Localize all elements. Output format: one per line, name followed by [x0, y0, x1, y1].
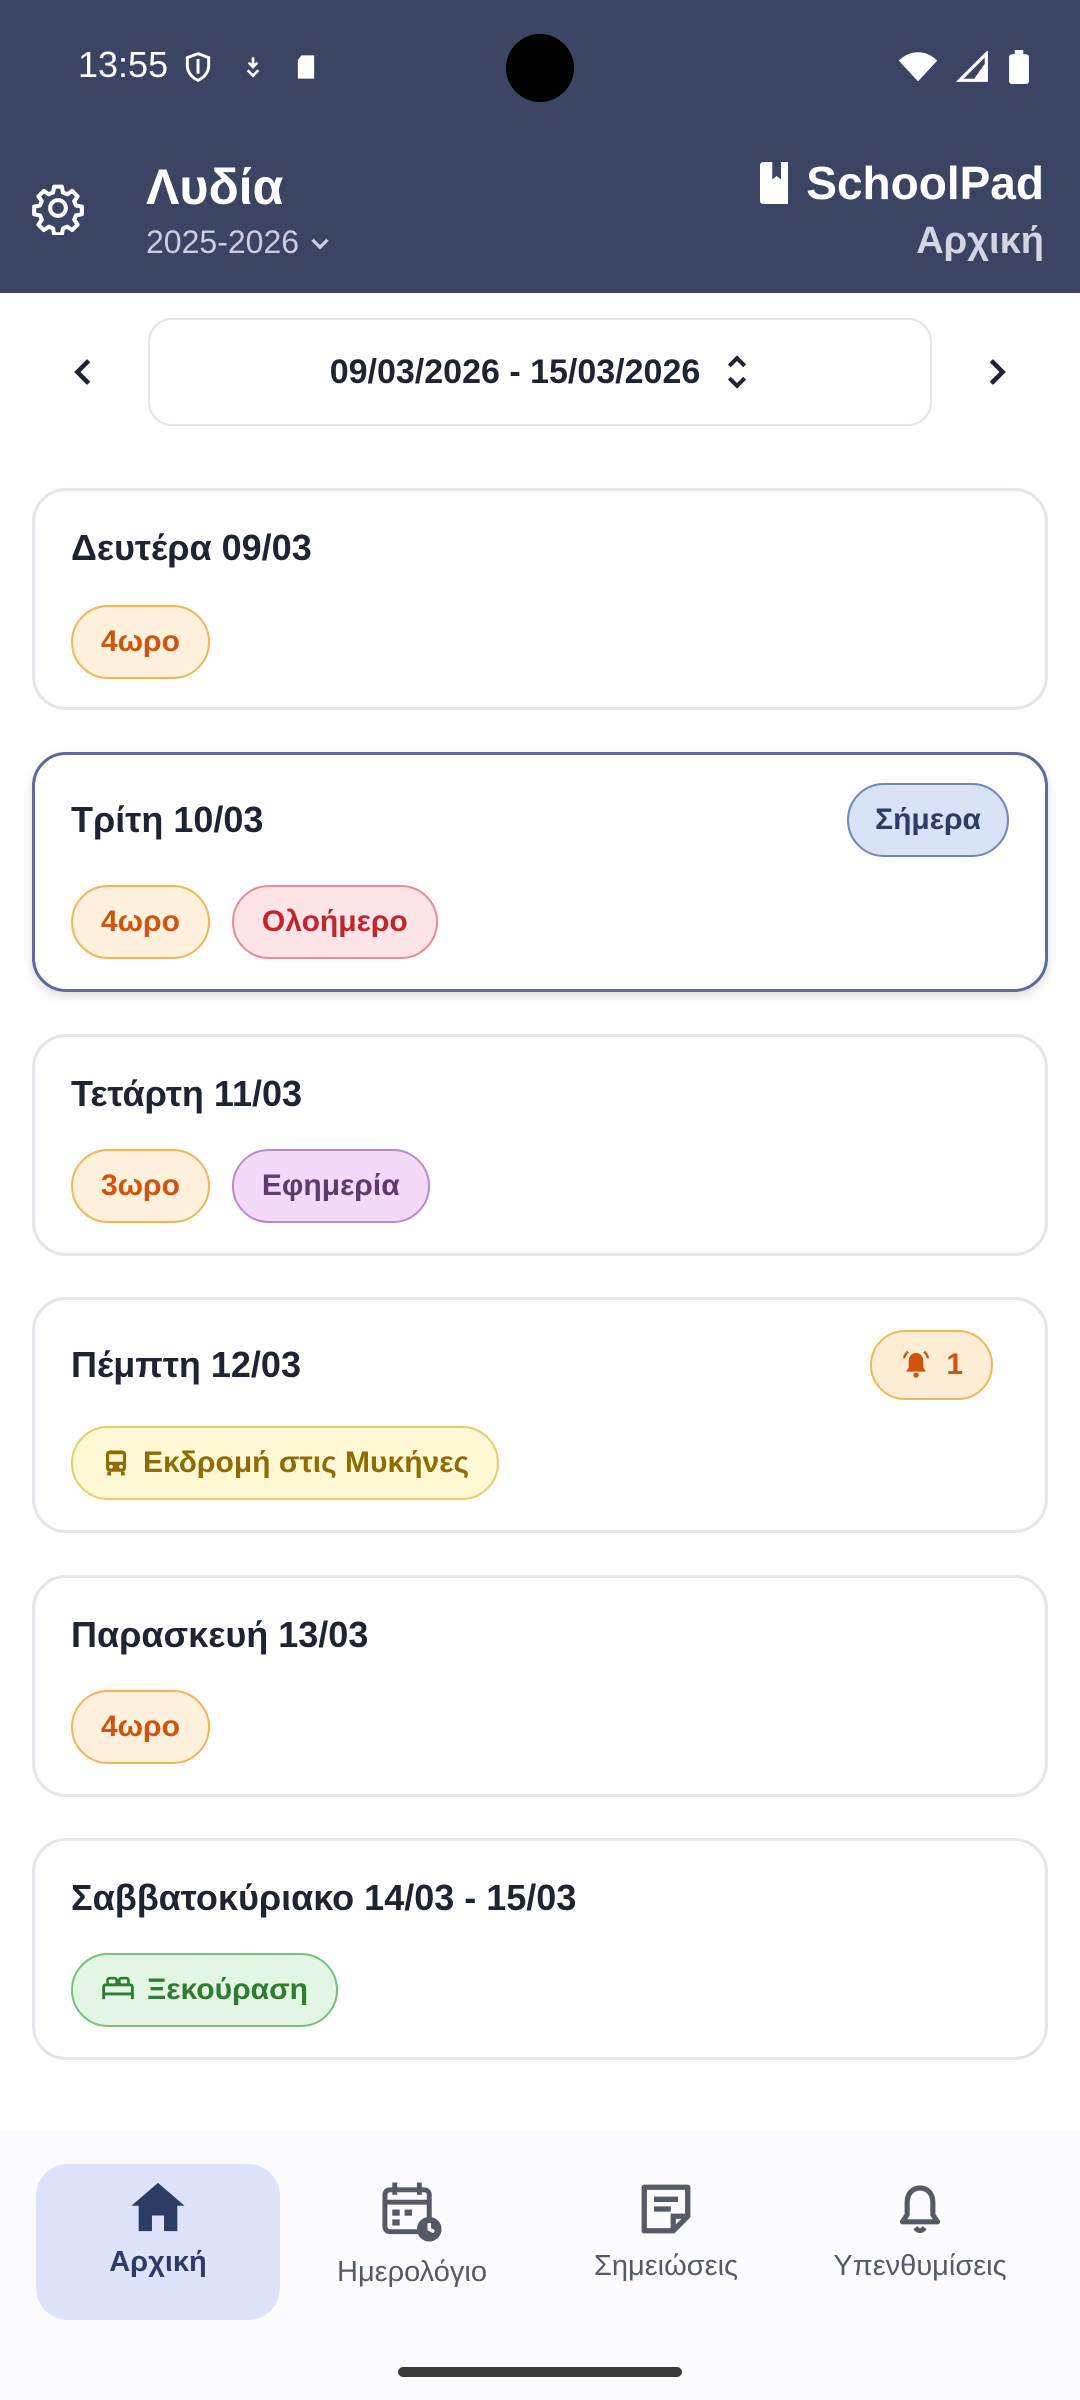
day-card-thursday[interactable]: Πέμπτη 12/03 1 Εκδρομή στις Μυκήνες — [32, 1297, 1048, 1533]
hours-tag: 3ωρο — [71, 1149, 210, 1223]
app-header: 13:55 Λυδία 2025-2026 SchoolPad Αρχική — [0, 0, 1080, 293]
day-title: Τρίτη 10/03 — [71, 799, 264, 840]
day-tags: 4ωρο — [71, 1690, 210, 1764]
today-badge: Σήμερα — [847, 783, 1009, 857]
bell-icon — [899, 2185, 941, 2234]
home-indicator[interactable] — [398, 2367, 682, 2377]
notes-icon — [641, 2184, 691, 2234]
school-year-value: 2025-2026 — [146, 224, 300, 260]
week-range-selector[interactable]: 09/03/2026 - 15/03/2026 — [148, 318, 932, 426]
status-icons-right — [898, 50, 1030, 84]
day-title: Πέμπτη 12/03 — [71, 1344, 301, 1385]
nav-home[interactable]: Αρχική — [36, 2164, 280, 2320]
bottom-navigation: Αρχική Ημερολόγιο Σημειώσεις Υπενθυμίσει… — [0, 2130, 1080, 2400]
nav-home-label: Αρχική — [109, 2246, 207, 2278]
day-card-weekend[interactable]: Σαββατοκύριακο 14/03 - 15/03 Ξεκούραση — [32, 1838, 1048, 2060]
day-tags: 3ωρο Εφημερία — [71, 1149, 430, 1223]
download-icon — [246, 57, 260, 78]
settings-button[interactable] — [28, 178, 88, 238]
trip-tag: Εκδρομή στις Μυκήνες — [71, 1426, 500, 1500]
day-title: Παρασκευή 13/03 — [71, 1614, 369, 1655]
reminder-badge[interactable]: 1 — [870, 1330, 993, 1400]
day-tags: Εκδρομή στις Μυκήνες — [71, 1426, 500, 1500]
bus-icon — [106, 1450, 126, 1476]
status-icons-left — [182, 50, 320, 84]
day-tags: 4ωρο Ολοήμερο — [71, 885, 438, 959]
day-tags: Ξεκούραση — [71, 1953, 338, 2027]
nav-calendar-label: Ημερολόγιο — [337, 2256, 487, 2288]
day-tags: 4ωρο — [71, 605, 210, 679]
chevron-right-icon — [989, 359, 1006, 385]
previous-week-button[interactable] — [48, 330, 118, 414]
day-card-tuesday[interactable]: Τρίτη 10/03 Σήμερα 4ωρο Ολοήμερο — [32, 752, 1048, 992]
bell-ring-icon — [903, 1350, 930, 1378]
trip-tag-label: Εκδρομή στις Μυκήνες — [143, 1446, 470, 1479]
gear-icon — [32, 184, 84, 235]
next-week-button[interactable] — [962, 330, 1032, 414]
week-range-text: 09/03/2026 - 15/03/2026 — [329, 352, 701, 391]
calendar-clock-icon — [382, 2182, 442, 2242]
rest-tag-label: Ξεκούραση — [147, 1973, 308, 2006]
day-card-wednesday[interactable]: Τετάρτη 11/03 3ωρο Εφημερία — [32, 1034, 1048, 1256]
nav-notes[interactable]: Σημειώσεις — [544, 2164, 788, 2320]
all-day-tag: Ολοήμερο — [231, 885, 438, 959]
chevron-down-icon — [311, 238, 329, 250]
status-bar: 13:55 — [0, 0, 1080, 140]
profile-name: Λυδία — [146, 159, 284, 215]
rest-tag: Ξεκούραση — [71, 1953, 338, 2027]
day-title: Τετάρτη 11/03 — [71, 1073, 303, 1114]
signal-icon — [956, 51, 988, 82]
nav-calendar[interactable]: Ημερολόγιο — [290, 2164, 534, 2320]
unfold-icon — [728, 355, 747, 389]
nav-reminders-label: Υπενθυμίσεις — [833, 2250, 1007, 2282]
brand-title: SchoolPad — [756, 156, 1044, 210]
hours-tag: 4ωρο — [71, 1690, 210, 1764]
hours-tag: 4ωρο — [71, 885, 210, 959]
day-title: Σαββατοκύριακο 14/03 - 15/03 — [71, 1877, 577, 1918]
brand-name: SchoolPad — [806, 157, 1044, 209]
chevron-left-icon — [74, 359, 91, 385]
front-camera — [506, 34, 574, 102]
shield-icon — [185, 52, 211, 82]
day-card-monday[interactable]: Δευτέρα 09/03 4ωρο — [32, 488, 1048, 710]
hours-tag: 4ωρο — [71, 605, 210, 679]
wifi-icon — [898, 52, 938, 82]
page-title: Αρχική — [916, 220, 1044, 262]
sd-card-icon — [297, 55, 315, 79]
bed-icon — [102, 1976, 134, 2000]
day-card-friday[interactable]: Παρασκευή 13/03 4ωρο — [32, 1575, 1048, 1797]
school-year-dropdown[interactable]: 2025-2026 — [146, 224, 333, 261]
duty-tag: Εφημερία — [231, 1149, 430, 1223]
day-title: Δευτέρα 09/03 — [71, 527, 312, 568]
reminder-count: 1 — [946, 1348, 963, 1381]
status-time: 13:55 — [78, 44, 169, 85]
book-icon — [760, 162, 789, 204]
nav-reminders[interactable]: Υπενθυμίσεις — [798, 2164, 1042, 2320]
battery-icon — [1009, 50, 1029, 84]
nav-notes-label: Σημειώσεις — [593, 2250, 739, 2282]
home-icon — [131, 2182, 185, 2232]
